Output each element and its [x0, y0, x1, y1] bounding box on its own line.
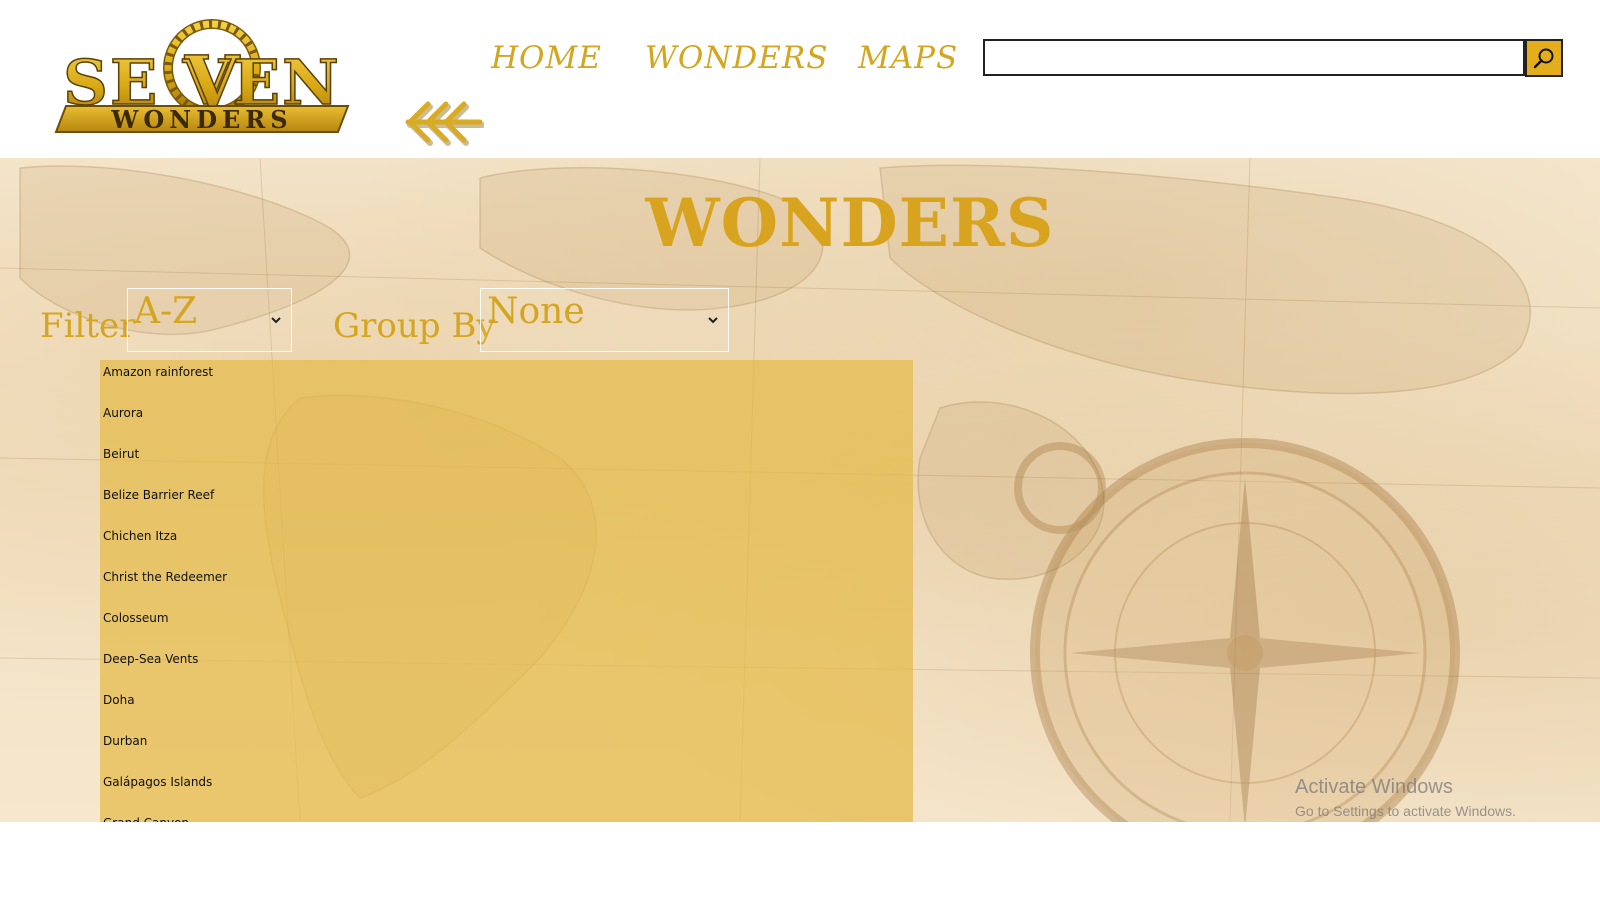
nav-maps-link[interactable]: MAPS — [858, 40, 958, 76]
list-item[interactable]: Grand Canyon — [103, 813, 189, 822]
svg-text:WONDERS: WONDERS — [110, 105, 292, 134]
list-item[interactable]: Galápagos Islands — [103, 772, 212, 792]
search-button[interactable] — [1525, 39, 1563, 77]
group-by-selected-value: None — [487, 291, 585, 332]
back-button[interactable] — [402, 98, 484, 148]
list-item[interactable]: Deep-Sea Vents — [103, 649, 198, 669]
list-item[interactable]: Belize Barrier Reef — [103, 485, 214, 505]
activate-windows-watermark: Activate Windows Go to Settings to activ… — [1295, 776, 1516, 819]
list-item[interactable]: Doha — [103, 690, 135, 710]
filter-selected-value: A-Z — [134, 291, 198, 332]
filter-select[interactable]: A-Z — [127, 288, 292, 352]
seven-wonders-logo[interactable]: SE VEN V WONDERS — [52, 14, 362, 142]
list-item[interactable]: Christ the Redeemer — [103, 567, 227, 587]
header: SE VEN V WONDERS HOME WONDERS MAPS — [0, 0, 1600, 158]
filter-label: Filter — [40, 306, 136, 346]
nav-home-link[interactable]: HOME — [491, 40, 602, 76]
chevron-down-icon — [706, 313, 720, 327]
nav-wonders-link[interactable]: WONDERS — [645, 40, 828, 76]
search-input[interactable] — [983, 39, 1525, 76]
list-item[interactable]: Chichen Itza — [103, 526, 177, 546]
back-arrow-icon — [405, 101, 484, 146]
watermark-subtitle: Go to Settings to activate Windows. — [1295, 803, 1516, 819]
list-item[interactable]: Beirut — [103, 444, 139, 464]
search-icon — [1533, 48, 1554, 69]
list-item[interactable]: Durban — [103, 731, 147, 751]
list-item[interactable]: Amazon rainforest — [103, 362, 213, 382]
wonders-list[interactable]: Amazon rainforest Aurora Beirut Belize Barr… — [100, 360, 913, 822]
map-background: WONDERS Filter A-Z Group By None Amazon … — [0, 158, 1600, 822]
logo-graphic: SE VEN V WONDERS — [54, 19, 350, 134]
page-title: WONDERS — [645, 184, 1055, 262]
app-window: 000 002 — [0, 0, 1600, 900]
list-item[interactable]: Colosseum — [103, 608, 169, 628]
chevron-down-icon — [269, 313, 283, 327]
watermark-title: Activate Windows — [1295, 776, 1453, 798]
list-item[interactable]: Aurora — [103, 403, 143, 423]
group-by-select[interactable]: None — [480, 288, 729, 352]
group-by-label: Group By — [333, 306, 496, 346]
